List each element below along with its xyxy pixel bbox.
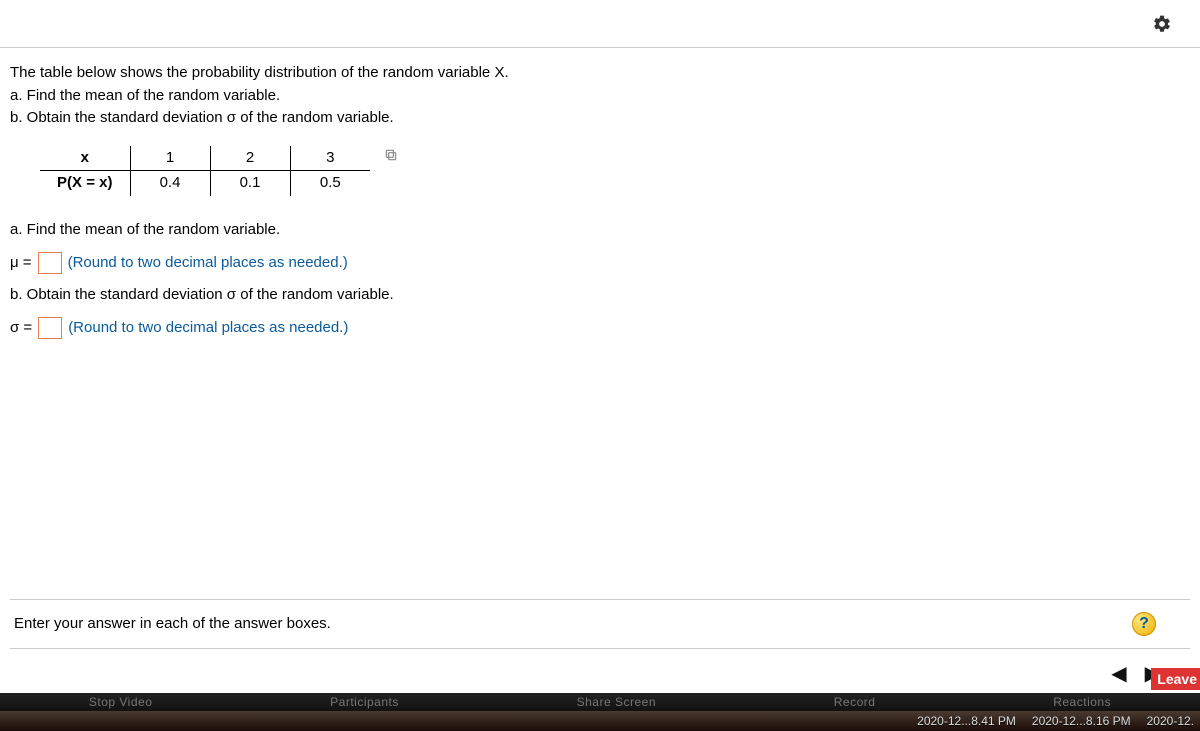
distribution-table-wrap: x 1 2 3 P(X = x) 0.4 0.1 0.5 [40, 146, 370, 196]
mu-answer-line: μ = (Round to two decimal places as need… [10, 252, 1190, 275]
taskbar-chip[interactable]: 2020-12...8.41 PM [913, 714, 1020, 728]
taskbar: 2020-12...8.41 PM 2020-12...8.16 PM 2020… [0, 711, 1200, 731]
part-a-text: a. Find the mean of the random variable. [10, 85, 1190, 108]
zoom-stop-video[interactable]: Stop Video [89, 695, 153, 709]
p-val-2: 0.1 [210, 171, 290, 196]
sigma-prefix: σ = [10, 317, 32, 340]
taskbar-chip[interactable]: 2020-12...8.16 PM [1028, 714, 1135, 728]
zoom-reactions[interactable]: Reactions [1053, 695, 1111, 709]
mu-input[interactable] [38, 252, 62, 274]
row-x-label: x [40, 146, 130, 171]
row-p-label: P(X = x) [40, 171, 130, 196]
zoom-toolbar: Stop Video Participants Share Screen Rec… [0, 693, 1200, 711]
mu-hint: (Round to two decimal places as needed.) [68, 252, 348, 275]
x-val-3: 3 [290, 146, 370, 171]
help-icon[interactable]: ? [1132, 612, 1156, 636]
question-content: The table below shows the probability di… [0, 48, 1200, 689]
mu-prefix: μ = [10, 252, 32, 275]
zoom-share-screen[interactable]: Share Screen [577, 695, 656, 709]
pager: ◀ ▶ [10, 649, 1190, 689]
top-bar [0, 0, 1200, 48]
part-b-text: b. Obtain the standard deviation σ of th… [10, 107, 1190, 130]
footer-hint-text: Enter your answer in each of the answer … [14, 613, 331, 636]
zoom-record[interactable]: Record [834, 695, 876, 709]
zoom-participants[interactable]: Participants [330, 695, 399, 709]
gear-icon[interactable] [1152, 14, 1172, 34]
sigma-input[interactable] [38, 317, 62, 339]
sigma-answer-line: σ = (Round to two decimal places as need… [10, 317, 1190, 340]
p-val-3: 0.5 [290, 171, 370, 196]
intro-text: The table below shows the probability di… [10, 62, 1190, 85]
taskbar-chip[interactable]: 2020-12. [1143, 714, 1198, 728]
footer-hint-bar: Enter your answer in each of the answer … [10, 600, 1190, 649]
part-a-prompt: a. Find the mean of the random variable. [10, 219, 1190, 242]
distribution-table: x 1 2 3 P(X = x) 0.4 0.1 0.5 [40, 146, 370, 196]
x-val-1: 1 [130, 146, 210, 171]
part-b-prompt: b. Obtain the standard deviation σ of th… [10, 284, 1190, 307]
leave-button[interactable]: Leave [1151, 668, 1200, 690]
prev-button[interactable]: ◀ [1111, 659, 1126, 689]
p-val-1: 0.4 [130, 171, 210, 196]
copy-icon[interactable] [384, 148, 398, 168]
x-val-2: 2 [210, 146, 290, 171]
question-intro: The table below shows the probability di… [10, 62, 1190, 130]
sigma-hint: (Round to two decimal places as needed.) [68, 317, 348, 340]
